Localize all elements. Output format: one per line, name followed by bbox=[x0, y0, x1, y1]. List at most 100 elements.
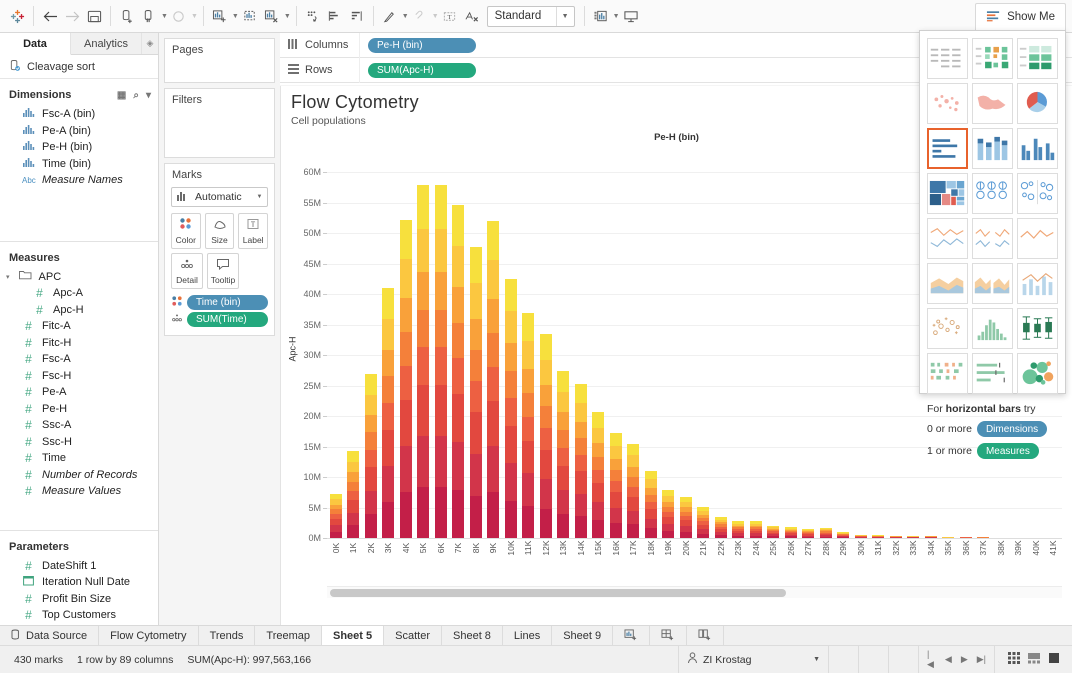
bar[interactable] bbox=[749, 459, 762, 538]
bar-group[interactable] bbox=[817, 160, 835, 538]
bar-segment[interactable] bbox=[504, 342, 517, 371]
chevron-down-icon[interactable]: ▼ bbox=[161, 13, 168, 20]
pill-pe-h-bin[interactable]: Pe-H (bin) bbox=[368, 37, 476, 53]
show-me-thumbnail-grid[interactable] bbox=[927, 38, 1058, 394]
bar-group[interactable] bbox=[677, 160, 695, 538]
bar-segment[interactable] bbox=[522, 368, 535, 393]
bar[interactable] bbox=[662, 403, 675, 538]
worksheet-tab-4[interactable]: Sheet 5 bbox=[322, 626, 385, 645]
grid-view-icon[interactable] bbox=[1007, 652, 1020, 667]
user-selector[interactable]: ZI Krostag ▼ bbox=[678, 645, 828, 673]
view-mode-buttons[interactable] bbox=[994, 645, 1072, 673]
chevron-down-icon-8[interactable]: ▼ bbox=[613, 13, 620, 20]
bar-segment[interactable] bbox=[399, 219, 412, 259]
show-me-heat-map[interactable] bbox=[972, 38, 1013, 79]
show-me-stacked-bars[interactable] bbox=[972, 128, 1013, 169]
show-me-button[interactable]: Show Me bbox=[975, 3, 1066, 30]
worksheet-tab-7[interactable]: Lines bbox=[503, 626, 553, 645]
measure-item-6[interactable]: # Fsc-H bbox=[0, 368, 158, 385]
show-me-panel[interactable]: For horizontal bars try 0 or more Dimens… bbox=[919, 30, 1066, 459]
bar-segment[interactable] bbox=[347, 512, 360, 526]
bar[interactable] bbox=[504, 225, 517, 538]
bar[interactable] bbox=[469, 206, 482, 538]
mark-type-dropdown[interactable]: Automatic ▼ bbox=[171, 187, 268, 207]
bar-segment[interactable] bbox=[557, 513, 570, 538]
bar-segment[interactable] bbox=[364, 432, 377, 450]
bar-group[interactable] bbox=[537, 160, 555, 538]
bar-segment[interactable] bbox=[347, 500, 360, 513]
bar-segment[interactable] bbox=[469, 282, 482, 319]
chevron-down-icon[interactable]: ▾ bbox=[146, 90, 151, 101]
worksheet-tab-bar[interactable]: Data Source Flow Cytometry Trends Treemap Sh… bbox=[0, 625, 1072, 645]
fit-dropdown[interactable]: Standard ▼ bbox=[486, 5, 575, 27]
bar-segment[interactable] bbox=[644, 494, 657, 502]
color-button[interactable]: Color bbox=[171, 213, 201, 249]
bar-segment[interactable] bbox=[539, 384, 552, 407]
fixed-axis-icon[interactable] bbox=[590, 4, 612, 28]
bar-segment[interactable] bbox=[399, 258, 412, 298]
bar-segment[interactable] bbox=[452, 322, 465, 359]
bar-segment[interactable] bbox=[417, 271, 430, 310]
bar-segment[interactable] bbox=[504, 500, 517, 538]
bar-segment[interactable] bbox=[662, 524, 675, 532]
bar-segment[interactable] bbox=[434, 347, 447, 386]
parameter-item-1[interactable]: Iteration Null Date bbox=[0, 574, 158, 591]
bar[interactable] bbox=[487, 192, 500, 538]
show-me-symbol-map[interactable] bbox=[927, 83, 968, 124]
x-axis[interactable]: 0K 1K 2K 3K 4K 5K 6K 7K 8K 9K 10K 11K 12K 13K 14K 15K 16… bbox=[327, 538, 1062, 566]
chevron-down-icon[interactable]: ▼ bbox=[252, 194, 267, 200]
pill-sum-apc-h[interactable]: SUM(Apc-H) bbox=[368, 62, 476, 78]
duplicate-sheet-icon[interactable] bbox=[239, 4, 261, 28]
bar-segment[interactable] bbox=[662, 517, 675, 525]
bar-segment[interactable] bbox=[487, 446, 500, 493]
show-me-scatter-plot[interactable] bbox=[927, 308, 968, 349]
bar-segment[interactable] bbox=[399, 332, 412, 367]
bar-group[interactable] bbox=[485, 160, 503, 538]
show-me-dual-lines[interactable] bbox=[1017, 218, 1058, 259]
bar-segment[interactable] bbox=[469, 453, 482, 496]
bar-segment[interactable] bbox=[539, 406, 552, 429]
bar-segment[interactable] bbox=[434, 436, 447, 488]
bar-segment[interactable] bbox=[592, 456, 605, 470]
bar-segment[interactable] bbox=[399, 492, 412, 538]
bar-segment[interactable] bbox=[382, 288, 395, 319]
bar-segment[interactable] bbox=[364, 414, 377, 433]
bar-segment[interactable] bbox=[452, 393, 465, 442]
bar[interactable] bbox=[679, 414, 692, 538]
bar[interactable] bbox=[557, 287, 570, 538]
bar[interactable] bbox=[907, 511, 920, 538]
bar-segment[interactable] bbox=[504, 370, 517, 399]
bar-segment[interactable] bbox=[487, 492, 500, 538]
horizontal-scrollbar[interactable] bbox=[327, 586, 1062, 598]
back-arrow-icon[interactable] bbox=[39, 4, 61, 28]
bar-segment[interactable] bbox=[399, 400, 412, 447]
worksheet-tab-0[interactable]: Data Source bbox=[0, 626, 100, 645]
bar-segment[interactable] bbox=[469, 380, 482, 412]
bar-segment[interactable] bbox=[504, 463, 517, 501]
bar[interactable] bbox=[784, 475, 797, 538]
bar-segment[interactable] bbox=[364, 490, 377, 515]
bar-segment[interactable] bbox=[592, 501, 605, 520]
bar-segment[interactable] bbox=[574, 383, 587, 403]
measure-item-3[interactable]: # Fitc-A bbox=[0, 318, 158, 335]
new-data-source-icon[interactable] bbox=[116, 4, 138, 28]
bar-segment[interactable] bbox=[627, 497, 640, 511]
bar-segment[interactable] bbox=[434, 309, 447, 348]
bar-group[interactable] bbox=[362, 160, 380, 538]
bar-segment[interactable] bbox=[609, 481, 622, 493]
bar-segment[interactable] bbox=[469, 495, 482, 538]
bar-segment[interactable] bbox=[434, 487, 447, 538]
bar[interactable] bbox=[959, 519, 972, 538]
bar-segment[interactable] bbox=[592, 443, 605, 457]
show-me-area-continuous[interactable] bbox=[927, 263, 968, 304]
bar-segment[interactable] bbox=[347, 450, 360, 462]
measure-item-7[interactable]: # Pe-A bbox=[0, 384, 158, 401]
bar-group[interactable] bbox=[397, 160, 415, 538]
clear-sheet-icon[interactable] bbox=[261, 4, 283, 28]
bar-segment[interactable] bbox=[347, 481, 360, 491]
bar-group[interactable] bbox=[345, 160, 363, 538]
bar-segment[interactable] bbox=[382, 403, 395, 430]
bar-group[interactable] bbox=[590, 160, 608, 538]
show-me-area-discrete[interactable] bbox=[972, 263, 1013, 304]
sort-descending-icon[interactable] bbox=[346, 4, 368, 28]
